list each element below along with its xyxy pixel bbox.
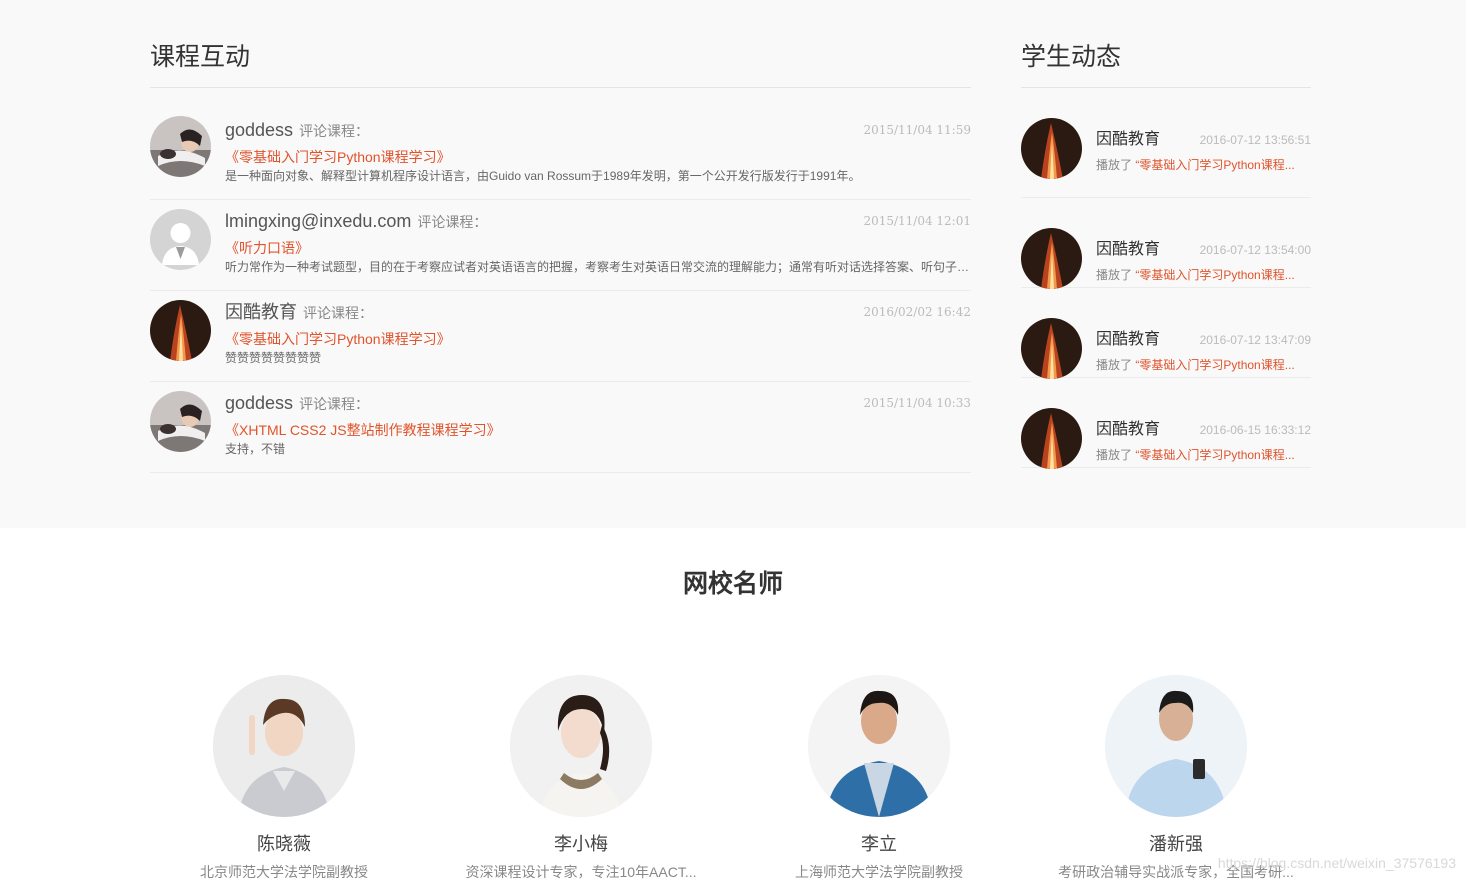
played-label: 播放了 <box>1096 158 1133 172</box>
comment-text: 是一种面向对象、解释型计算机程序设计语言，由Guido van Rossum于1… <box>225 169 861 183</box>
activity-item: 因酷教育 2016-07-12 13:54:00 播放了 “零基础入门学习Pyt… <box>1021 198 1311 289</box>
activity-time: 2016-07-12 13:47:09 <box>1199 333 1311 347</box>
activity-head: 因酷教育 2016-06-15 16:33:12 <box>1096 418 1311 442</box>
comment-user[interactable]: goddess <box>225 393 293 413</box>
activity-item: 因酷教育 2016-06-15 16:33:12 播放了 “零基础入门学习Pyt… <box>1021 378 1311 469</box>
comment-time: 2015/11/04 12:01 <box>863 214 971 228</box>
teacher-card[interactable]: 李立 上海师范大学法学院副教授 <box>739 675 1019 882</box>
comment-text: 听力常作为一种考试题型，目的在于考察应试者对英语语言的把握，考察考生对英语日常交… <box>225 260 971 274</box>
reclining-woman-avatar[interactable] <box>150 391 211 452</box>
teacher-card[interactable]: 陈晓薇 北京师范大学法学院副教授 <box>144 675 424 882</box>
comment-item: goddess 评论课程： 2015/11/04 10:33 《XHTML CSS… <box>150 382 971 473</box>
comment-item: 因酷教育 评论课程： 2016/02/02 16:42 《零基础入门学习Pytho… <box>150 291 971 382</box>
comment-head: 因酷教育 评论课程： <box>225 300 971 324</box>
comment-user[interactable]: goddess <box>225 120 293 140</box>
teacher-photo[interactable] <box>510 675 652 817</box>
activity-line: 播放了 “零基础入门学习Python课程... <box>1096 156 1311 174</box>
activity-body: 因酷教育 2016-07-12 13:56:51 播放了 “零基础入门学习Pyt… <box>1096 118 1311 172</box>
activity-course-link[interactable]: “零基础入门学习Python课程... <box>1135 158 1294 172</box>
comment-time: 2015/11/04 10:33 <box>863 396 971 410</box>
comment-list: goddess 评论课程： 2015/11/04 11:59 《零基础入门学习Py… <box>150 88 971 473</box>
comment-verb: 评论课程： <box>299 396 370 412</box>
comment-verb: 评论课程： <box>299 123 370 139</box>
played-label: 播放了 <box>1096 448 1133 462</box>
activity-time: 2016-07-12 13:54:00 <box>1199 243 1311 257</box>
comment-head: goddess 评论课程： <box>225 391 971 415</box>
flame-avatar[interactable] <box>1021 228 1082 289</box>
teacher-card[interactable]: 李小梅 资深课程设计专家，专注10年AACT... <box>441 675 721 882</box>
activity-user[interactable]: 因酷教育 <box>1096 331 1160 348</box>
teacher-photo[interactable] <box>1105 675 1247 817</box>
comment-verb: 评论课程： <box>417 214 488 230</box>
comment-text: 赞赞赞赞赞赞赞赞 <box>225 351 322 365</box>
activity-head: 因酷教育 2016-07-12 13:47:09 <box>1096 328 1311 352</box>
comment-course-link[interactable]: 《听力口语》 <box>225 238 971 258</box>
activity-list: 因酷教育 2016-07-12 13:56:51 播放了 “零基础入门学习Pyt… <box>1021 88 1311 469</box>
flame-avatar[interactable] <box>1021 118 1082 179</box>
played-label: 播放了 <box>1096 268 1133 282</box>
activity-head: 因酷教育 2016-07-12 13:54:00 <box>1096 238 1311 262</box>
comment-course-link[interactable]: 《XHTML CSS2 JS整站制作教程课程学习》 <box>225 420 971 440</box>
comment-head: lmingxing@inxedu.com 评论课程： <box>225 209 971 233</box>
comment-item: goddess 评论课程： 2015/11/04 11:59 《零基础入门学习Py… <box>150 116 971 200</box>
teacher-name: 陈晓薇 <box>257 834 311 854</box>
activity-item: 因酷教育 2016-07-12 13:47:09 播放了 “零基础入门学习Pyt… <box>1021 288 1311 379</box>
comment-verb: 评论课程： <box>303 305 373 321</box>
watermark: https://blog.csdn.net/weixin_37576193 <box>1217 855 1456 871</box>
comment-course-link[interactable]: 《零基础入门学习Python课程学习》 <box>225 329 971 349</box>
course-interaction-section: 课程互动 goddess 评论课程： 2015/11/04 11:59 《零基础入… <box>150 0 971 473</box>
activity-body: 因酷教育 2016-07-12 13:47:09 播放了 “零基础入门学习Pyt… <box>1096 288 1311 372</box>
comment-text: 支持，不错 <box>225 442 286 456</box>
student-activity-section: 学生动态 因酷教育 2016-07-12 13:56:51 播放了 “零基础入门… <box>1021 0 1311 469</box>
comment-time: 2016/02/02 16:42 <box>863 305 971 319</box>
comment-head: goddess 评论课程： <box>225 118 971 142</box>
activity-course-link[interactable]: “零基础入门学习Python课程... <box>1135 268 1294 282</box>
default-user-avatar[interactable] <box>150 209 211 270</box>
comment-item: lmingxing@inxedu.com 评论课程： 2015/11/04 12:… <box>150 200 971 291</box>
flame-avatar[interactable] <box>1021 318 1082 379</box>
student-activity-title: 学生动态 <box>1021 0 1311 88</box>
comment-user[interactable]: 因酷教育 <box>225 302 297 322</box>
flame-avatar[interactable] <box>150 300 211 361</box>
comment-course-link[interactable]: 《零基础入门学习Python课程学习》 <box>225 147 971 167</box>
activity-course-link[interactable]: “零基础入门学习Python课程... <box>1135 448 1294 462</box>
activity-line: 播放了 “零基础入门学习Python课程... <box>1096 356 1311 374</box>
activity-user[interactable]: 因酷教育 <box>1096 241 1160 258</box>
teacher-card[interactable]: 潘新强 考研政治辅导实战派专家，全国考研... <box>1036 675 1316 882</box>
flame-avatar[interactable] <box>1021 408 1082 469</box>
teacher-photo[interactable] <box>808 675 950 817</box>
activity-user[interactable]: 因酷教育 <box>1096 421 1160 438</box>
teacher-photo[interactable] <box>213 675 355 817</box>
activity-line: 播放了 “零基础入门学习Python课程... <box>1096 446 1311 464</box>
activity-line: 播放了 “零基础入门学习Python课程... <box>1096 266 1311 284</box>
teacher-name: 李小梅 <box>554 834 608 854</box>
activity-head: 因酷教育 2016-07-12 13:56:51 <box>1096 128 1311 152</box>
activity-body: 因酷教育 2016-07-12 13:54:00 播放了 “零基础入门学习Pyt… <box>1096 198 1311 282</box>
reclining-woman-avatar[interactable] <box>150 116 211 177</box>
teacher-name: 潘新强 <box>1149 834 1203 854</box>
activity-time: 2016-07-12 13:56:51 <box>1199 133 1311 147</box>
activity-item: 因酷教育 2016-07-12 13:56:51 播放了 “零基础入门学习Pyt… <box>1021 118 1311 198</box>
activity-course-link[interactable]: “零基础入门学习Python课程... <box>1135 358 1294 372</box>
activity-body: 因酷教育 2016-06-15 16:33:12 播放了 “零基础入门学习Pyt… <box>1096 378 1311 462</box>
activity-user[interactable]: 因酷教育 <box>1096 131 1160 148</box>
teacher-desc: 资深课程设计专家，专注10年AACT... <box>465 864 697 880</box>
course-interaction-title: 课程互动 <box>150 0 971 88</box>
teacher-desc: 上海师范大学法学院副教授 <box>795 864 963 880</box>
activity-time: 2016-06-15 16:33:12 <box>1199 423 1311 437</box>
comment-time: 2015/11/04 11:59 <box>863 123 971 137</box>
teacher-name: 李立 <box>861 834 897 854</box>
teacher-desc: 北京师范大学法学院副教授 <box>200 864 368 880</box>
comment-user[interactable]: lmingxing@inxedu.com <box>225 211 411 231</box>
famous-teachers-title: 网校名师 <box>682 569 783 598</box>
played-label: 播放了 <box>1096 358 1133 372</box>
